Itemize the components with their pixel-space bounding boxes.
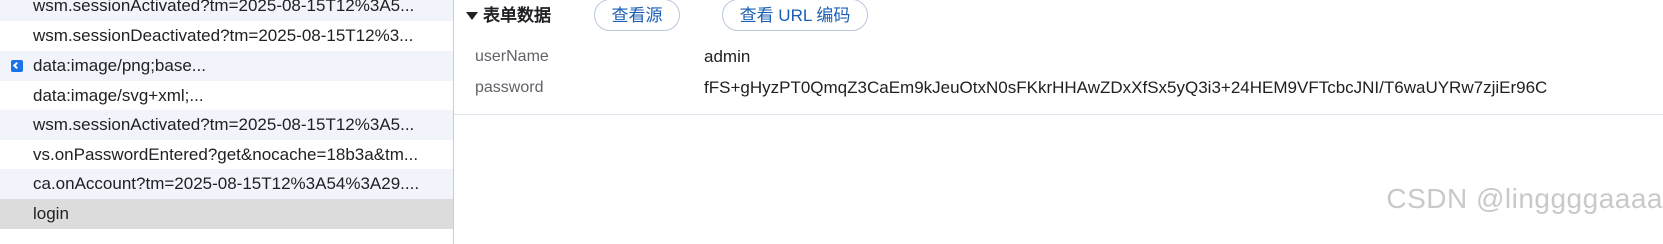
- section-title: 表单数据: [483, 6, 551, 25]
- request-name: data:image/svg+xml;...: [33, 86, 204, 105]
- request-row[interactable]: data:image/svg+xml;...: [0, 81, 453, 111]
- request-row[interactable]: wsm.sessionActivated?tm=2025-08-15T12%3A…: [0, 110, 453, 140]
- request-name: login: [33, 204, 69, 223]
- section-divider: [454, 114, 1663, 115]
- request-row[interactable]: data:image/png;base...: [0, 51, 453, 81]
- request-name: data:image/png;base...: [33, 56, 206, 75]
- field-key: password: [475, 79, 544, 96]
- collapse-triangle-icon[interactable]: [466, 12, 478, 20]
- image-file-icon: [11, 60, 23, 72]
- field-key: userName: [475, 48, 549, 65]
- request-list: wsm.sessionActivated?tm=2025-08-15T12%3A…: [0, 0, 454, 244]
- request-row[interactable]: ca.onAccount?tm=2025-08-15T12%3A54%3A29.…: [0, 169, 453, 199]
- request-name: wsm.sessionActivated?tm=2025-08-15T12%3A…: [33, 115, 415, 134]
- request-name: wsm.sessionDeactivated?tm=2025-08-15T12%…: [33, 26, 414, 45]
- request-row[interactable]: vs.onPasswordEntered?get&nocache=18b3a&t…: [0, 140, 453, 170]
- request-name: wsm.sessionActivated?tm=2025-08-15T12%3A…: [33, 0, 415, 15]
- form-data-section-header[interactable]: 表单数据 查看源 查看 URL 编码: [454, 0, 1663, 32]
- request-row[interactable]: wsm.sessionDeactivated?tm=2025-08-15T12%…: [0, 21, 453, 51]
- view-url-encoded-button[interactable]: 查看 URL 编码: [722, 0, 868, 31]
- request-name: ca.onAccount?tm=2025-08-15T12%3A54%3A29.…: [33, 174, 420, 193]
- request-row-selected[interactable]: login: [0, 199, 453, 229]
- field-value: admin: [704, 47, 751, 66]
- field-value: fFS+gHyzPT0QmqZ3CaEm9kJeuOtxN0sFKkrHHAwZ…: [704, 78, 1548, 97]
- view-source-button[interactable]: 查看源: [594, 0, 680, 31]
- request-row[interactable]: wsm.sessionActivated?tm=2025-08-15T12%3A…: [0, 0, 453, 21]
- devtools-network-view: wsm.sessionActivated?tm=2025-08-15T12%3A…: [0, 0, 1663, 244]
- form-field-row: userName admin: [454, 42, 1663, 72]
- form-field-row: password fFS+gHyzPT0QmqZ3CaEm9kJeuOtxN0s…: [454, 73, 1663, 103]
- request-name: vs.onPasswordEntered?get&nocache=18b3a&t…: [33, 145, 419, 164]
- watermark: CSDN @linggggaaaa: [1386, 183, 1663, 214]
